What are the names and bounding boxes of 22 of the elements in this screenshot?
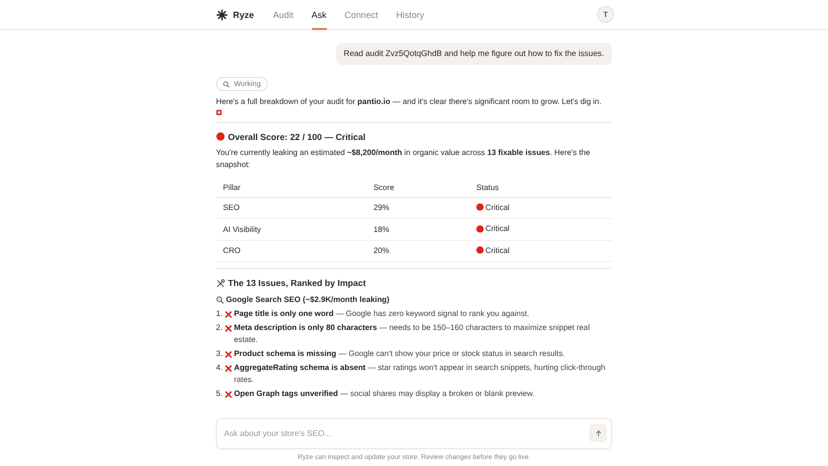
- alert-square-icon: [216, 108, 222, 116]
- cross-icon: [225, 390, 232, 398]
- issues-heading: The 13 Issues, Ranked by Impact: [228, 277, 366, 289]
- cross-icon: [225, 350, 232, 358]
- app-name: Ryze: [233, 10, 254, 20]
- cross-icon: [225, 324, 232, 332]
- nav-tab[interactable]: Ask: [312, 0, 327, 30]
- circle-icon: [216, 132, 225, 141]
- search-icon: [216, 296, 224, 304]
- cross-icon: [225, 364, 232, 372]
- cross-icon: [225, 310, 232, 318]
- tools-icon: [216, 278, 225, 288]
- message-field[interactable]: Ask about your store's SEO...: [216, 418, 612, 449]
- nav-tab[interactable]: Audit: [273, 0, 294, 30]
- score-heading: Overall Score: 22 / 100 — Critical: [228, 130, 366, 142]
- arrow-up-icon: [594, 430, 602, 436]
- nav-tab[interactable]: Connect: [344, 0, 378, 30]
- search-icon: [223, 80, 230, 88]
- starburst-logo-icon: [216, 8, 228, 20]
- user-message: Read audit Zvz5QotqGhdB and help me figure out how to fix the issues.: [336, 43, 612, 65]
- nav-tab[interactable]: History: [396, 0, 424, 30]
- send-button[interactable]: [589, 424, 607, 442]
